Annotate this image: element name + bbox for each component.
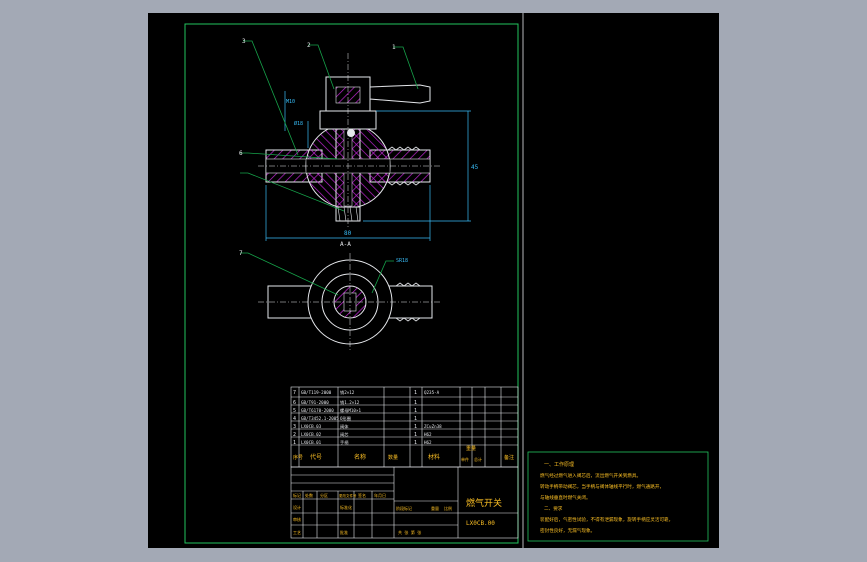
notes-line: 二、要求 — [544, 505, 563, 512]
tb-review: 审核 — [293, 516, 301, 522]
tb-date: 年月日 — [374, 492, 386, 498]
notes-line: 与轴线垂直时燃气关闭。 — [540, 494, 591, 501]
leader-3: 3 — [242, 38, 246, 45]
leader-6: 6 — [239, 150, 243, 157]
drawing-number: LX0CB.00 — [466, 520, 495, 527]
bom-header: 序号 代号 名称 数量 材料 重量 单件 总计 备注 — [293, 445, 514, 462]
bom-h-name: 名称 — [354, 453, 366, 461]
notes-line: 燃气经过燃气进入阀芯后，流出燃气开关到燃具。 — [540, 472, 641, 479]
bom-material: Q235-A — [424, 390, 440, 395]
bom-code: LX0CB.01 — [301, 440, 322, 445]
bom-h-weight: 重量 — [466, 445, 476, 452]
notes-line: 转动手柄带动阀芯，当手柄与阀体轴线平行时，燃气通路开， — [540, 483, 664, 490]
bom-name: 阀芯 — [340, 431, 348, 438]
bom-code: LX0CB.03 — [301, 424, 322, 429]
bom-h-note: 备注 — [504, 454, 514, 461]
bom-name: O形圈 — [340, 415, 351, 422]
notes-line: 装配好后，气密性试验，不得有泄漏现象，旋转手柄应灵活可靠， — [540, 516, 673, 523]
bom-qty: 1 — [414, 400, 417, 406]
bom-name: 阀体 — [340, 423, 349, 430]
dim-left: Ø18 — [294, 120, 303, 127]
notes-lines: 燃气经过燃气进入阀芯后，流出燃气开关到燃具。转动手柄带动阀芯，当手柄与阀体轴线平… — [540, 472, 673, 534]
bom-name: 手柄 — [340, 439, 348, 446]
section-label: A-A — [340, 241, 351, 248]
bom-qty: 1 — [414, 390, 417, 396]
bom-qty: 1 — [414, 408, 417, 414]
tb-sign: 签名 — [358, 492, 366, 498]
bom-code: GB/T119-2000 — [301, 390, 332, 395]
bom-no: 5 — [293, 408, 296, 414]
tb-weight: 重量 — [431, 505, 439, 511]
bom-h-qty: 数量 — [388, 454, 398, 461]
plan-view — [258, 253, 442, 351]
cad-drawing-viewport[interactable]: 80 45 M10 Ø18 3 2 1 6 A-A 7 SR18 7 GB/T1… — [148, 13, 719, 548]
bom-h-total: 总计 — [474, 456, 482, 462]
bom-qty: 1 — [414, 440, 417, 446]
bom-no: 6 — [293, 400, 296, 406]
bom-code: GB/T3452.1-2005 — [301, 416, 339, 421]
tb-doc: 更改文件号 — [339, 493, 357, 498]
drawing-title: 燃气开关 — [466, 497, 502, 509]
bom-h-unit: 单件 — [461, 456, 469, 462]
dim-top: M10 — [286, 99, 295, 105]
bom-code: LX0CB.02 — [301, 432, 322, 437]
tb-approve: 批准 — [340, 529, 348, 535]
bom-table — [290, 386, 519, 468]
bom-material: H62 — [424, 432, 432, 437]
dim-bottom: 80 — [344, 230, 352, 237]
bom-h-material: 材料 — [428, 453, 440, 461]
tb-sheets: 共 张 第 张 — [398, 529, 421, 535]
dim-plan: SR18 — [396, 258, 408, 264]
bom-qty: 1 — [414, 424, 417, 430]
bom-no: 7 — [293, 390, 296, 396]
tb-scale: 比例 — [444, 505, 452, 511]
bom-no: 3 — [293, 424, 296, 430]
tb-design: 设计 — [293, 504, 301, 510]
leader-2: 2 — [307, 42, 311, 49]
dim-right: 45 — [471, 164, 479, 171]
front-view — [258, 53, 440, 228]
bom-code: GB/T6170-2000 — [301, 408, 334, 413]
leader-7: 7 — [239, 250, 243, 257]
tb-zone: 分区 — [320, 492, 328, 498]
tb-mark: 标记 — [293, 492, 301, 498]
bom-qty: 1 — [414, 416, 417, 422]
bom-material: ZCuZn38 — [424, 424, 442, 429]
bom-code: GB/T91-2000 — [301, 400, 329, 405]
tb-count: 处数 — [305, 492, 313, 498]
notes-line: 密封性良好，无漏气现象。 — [540, 527, 595, 534]
bom-material: H62 — [424, 440, 432, 445]
tb-stage: 阶段标记 — [396, 505, 412, 511]
bom-name: 螺母M10×1 — [340, 407, 361, 414]
bom-no: 4 — [293, 416, 296, 422]
bom-no: 2 — [293, 432, 296, 438]
tb-process: 工艺 — [293, 530, 301, 535]
bom-name: 销2×12 — [340, 389, 355, 396]
bom-name: 销1.2×12 — [340, 399, 360, 406]
bom-rows: 7 GB/T119-2000 销2×12 1 Q235-A 6 GB/T91-2000 销1.… — [293, 389, 442, 446]
bom-qty: 1 — [414, 432, 417, 438]
notes-heading: 一、工作原理 — [544, 461, 574, 468]
bom-h-no: 序号 — [293, 454, 303, 461]
leader-1: 1 — [392, 44, 396, 51]
tb-std: 标准化 — [340, 504, 352, 510]
bom-no: 1 — [293, 440, 296, 446]
bom-h-code: 代号 — [310, 453, 322, 461]
